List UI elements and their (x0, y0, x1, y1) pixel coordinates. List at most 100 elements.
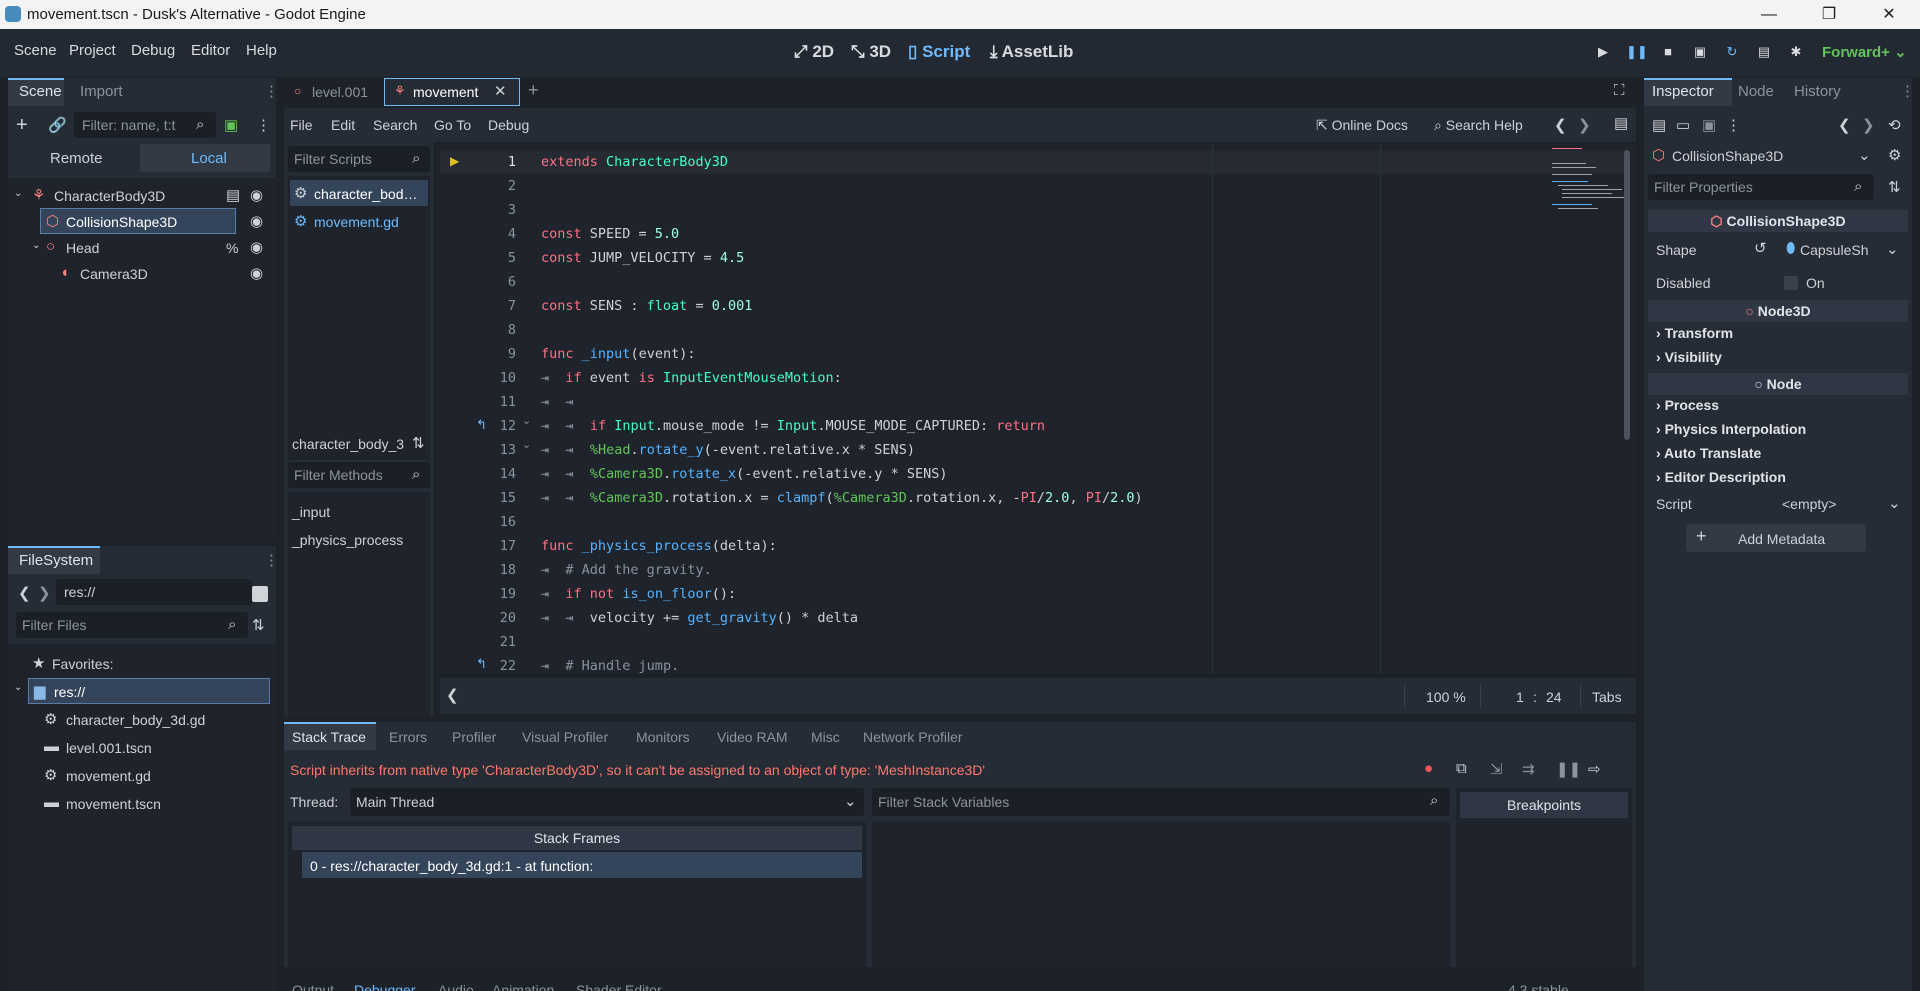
file-item[interactable]: movement.tscn (66, 796, 161, 812)
add-node-icon[interactable]: + (16, 114, 28, 137)
dock-menu-icon[interactable]: ⋮ (1900, 82, 1915, 100)
filter-stack-variables-input[interactable]: Filter Stack Variables ⌕ (872, 788, 1450, 816)
tab-inspector[interactable]: Inspector (1652, 83, 1714, 100)
tab-audio[interactable]: Audio (438, 982, 474, 991)
play-icon[interactable]: ▶ (1593, 44, 1613, 64)
method-item[interactable]: _physics_process (292, 532, 403, 548)
visibility-eye-icon[interactable]: ◉ (250, 264, 263, 282)
script-resource-picker[interactable]: <empty> ⌄ (1774, 490, 1904, 516)
revert-icon[interactable]: ↺ (1754, 239, 1767, 257)
script-menu-goto[interactable]: Go To (434, 117, 471, 133)
scene-filter-input[interactable]: Filter: name, t:t ⌕ (74, 112, 216, 138)
stop-icon[interactable]: ■ (1658, 44, 1678, 64)
online-docs-button[interactable]: ⇱ Online Docs (1316, 117, 1408, 134)
split-mode-icon[interactable] (252, 586, 268, 602)
close-tab-icon[interactable]: ✕ (494, 82, 507, 100)
save-resource-icon[interactable]: ▣ (1702, 116, 1716, 134)
toggle-scripts-panel-icon[interactable]: ❮ (446, 686, 459, 704)
tab-profiler[interactable]: Profiler (452, 729, 496, 745)
visibility-eye-icon[interactable]: ◉ (250, 212, 263, 230)
local-button[interactable]: Local (191, 150, 227, 167)
tab-network-profiler[interactable]: Network Profiler (863, 729, 963, 745)
code-line[interactable]: 22 ⇥ # Handle jump. (440, 656, 1540, 674)
code-line[interactable]: 7 const SENS : float = 0.001 (440, 296, 1540, 320)
code-line[interactable]: 8 (440, 320, 1540, 344)
script-menu-search[interactable]: Search (373, 117, 417, 133)
distraction-free-icon[interactable]: ⛶ (1614, 82, 1625, 99)
record-icon[interactable]: ● (1424, 760, 1433, 777)
object-history-icon[interactable]: ⟲ (1888, 116, 1901, 134)
tab-monitors[interactable]: Monitors (636, 729, 690, 745)
sort-icon[interactable]: ⇅ (252, 616, 265, 634)
add-tab-icon[interactable]: + (528, 80, 539, 101)
tab-stack-trace[interactable]: Stack Trace (292, 729, 366, 745)
add-metadata-button[interactable]: + Add Metadata (1686, 524, 1866, 552)
file-item[interactable]: character_body_3d.gd (66, 712, 205, 728)
script-item[interactable]: character_bod… (314, 186, 418, 202)
tab-shader-editor[interactable]: Shader Editor (576, 982, 662, 991)
method-item[interactable]: _input (292, 504, 330, 520)
sort-methods-icon[interactable]: ⇅ (412, 434, 425, 452)
section-visibility[interactable]: › Visibility (1656, 349, 1722, 365)
unique-name-badge[interactable]: % (226, 240, 238, 256)
object-selector[interactable]: ⬡ CollisionShape3D ⌄ (1648, 142, 1874, 168)
history-forward-icon[interactable]: ❯ (1862, 116, 1875, 134)
resource-menu-icon[interactable]: ⋮ (1726, 116, 1741, 134)
code-line[interactable]: 12 ⇥ ⇥ if Input.mouse_mode != Input.MOUSE… (440, 416, 1540, 440)
tab-output[interactable]: Output (292, 982, 334, 991)
script-item[interactable]: movement.gd (314, 214, 399, 230)
vertical-scrollbar[interactable] (1624, 150, 1630, 440)
back-arrow-icon[interactable]: ❮ (18, 584, 31, 602)
tool-icon[interactable]: ⚙ (1888, 146, 1901, 164)
menu-project[interactable]: Project (69, 42, 116, 59)
folder-res[interactable]: res:// (54, 684, 85, 700)
collapse-arrow-icon[interactable]: ⌄ (32, 240, 40, 251)
code-line[interactable]: 1 extends CharacterBody3D (440, 152, 1540, 176)
tab-history[interactable]: History (1794, 83, 1841, 100)
remote-button[interactable]: Remote (50, 150, 103, 167)
path-field[interactable]: res:// (56, 579, 252, 605)
tree-node-head[interactable]: Head (66, 240, 99, 256)
tree-node-camera3d[interactable]: Camera3D (80, 266, 148, 282)
renderer-select[interactable]: Forward+ ⌄ (1822, 43, 1907, 61)
continue-icon[interactable]: ⇨ (1588, 760, 1601, 778)
code-line[interactable]: 15 ⇥ ⇥ %Camera3D.rotation.x = clampf(%Cam… (440, 488, 1540, 512)
section-physics-interpolation[interactable]: › Physics Interpolation (1656, 421, 1806, 437)
filter-properties-input[interactable]: Filter Properties ⌕ (1648, 174, 1874, 200)
file-item[interactable]: level.001.tscn (66, 740, 152, 756)
code-line[interactable]: 4 const SPEED = 5.0 (440, 224, 1540, 248)
history-back-icon[interactable]: ❮ (1554, 116, 1567, 134)
script-menu-edit[interactable]: Edit (331, 117, 355, 133)
script-menu-file[interactable]: File (290, 117, 313, 133)
attach-script-icon[interactable]: ▣ (224, 116, 238, 134)
file-filter-input[interactable]: Filter Files ⌕ (16, 612, 248, 638)
section-transform[interactable]: › Transform (1656, 325, 1733, 341)
tree-node-characterbody3d[interactable]: CharacterBody3D (54, 188, 165, 204)
script-menu-debug[interactable]: Debug (488, 117, 529, 133)
code-line[interactable]: 14 ⇥ ⇥ %Camera3D.rotate_x(-event.relative… (440, 464, 1540, 488)
tab-import[interactable]: Import (80, 83, 123, 100)
remote-debug-icon[interactable]: ▣ (1690, 44, 1710, 64)
menu-help[interactable]: Help (246, 42, 277, 59)
settings-icon[interactable]: ✱ (1786, 44, 1806, 64)
break-icon[interactable]: ❚❚ (1556, 760, 1581, 778)
workspace-assetlib-button[interactable]: ⤓ AssetLib (990, 42, 1073, 62)
scene-menu-icon[interactable]: ⋮ (256, 116, 271, 134)
workspace-2d-button[interactable]: ⤢ 2D (794, 42, 834, 62)
history-back-icon[interactable]: ❮ (1838, 116, 1851, 134)
copy-error-icon[interactable]: ⧉ (1456, 760, 1467, 777)
minimap[interactable] (1548, 144, 1628, 260)
tab-visual-profiler[interactable]: Visual Profiler (522, 729, 608, 745)
collapse-arrow-icon[interactable]: ⌄ (14, 682, 22, 693)
tab-misc[interactable]: Misc (811, 729, 840, 745)
section-process[interactable]: › Process (1656, 397, 1719, 413)
load-resource-icon[interactable]: ▭ (1676, 116, 1690, 134)
maximize-button[interactable]: ❐ (1806, 0, 1852, 29)
minimize-button[interactable]: — (1746, 0, 1792, 29)
code-line[interactable]: 19 ⇥ if not is_on_floor(): (440, 584, 1540, 608)
code-line[interactable]: 5 const JUMP_VELOCITY = 4.5 (440, 248, 1540, 272)
scene-tab-level[interactable]: level.001 (312, 84, 368, 100)
reload-icon[interactable]: ↻ (1722, 44, 1742, 64)
menu-editor[interactable]: Editor (191, 42, 230, 59)
section-editor-description[interactable]: › Editor Description (1656, 469, 1786, 485)
